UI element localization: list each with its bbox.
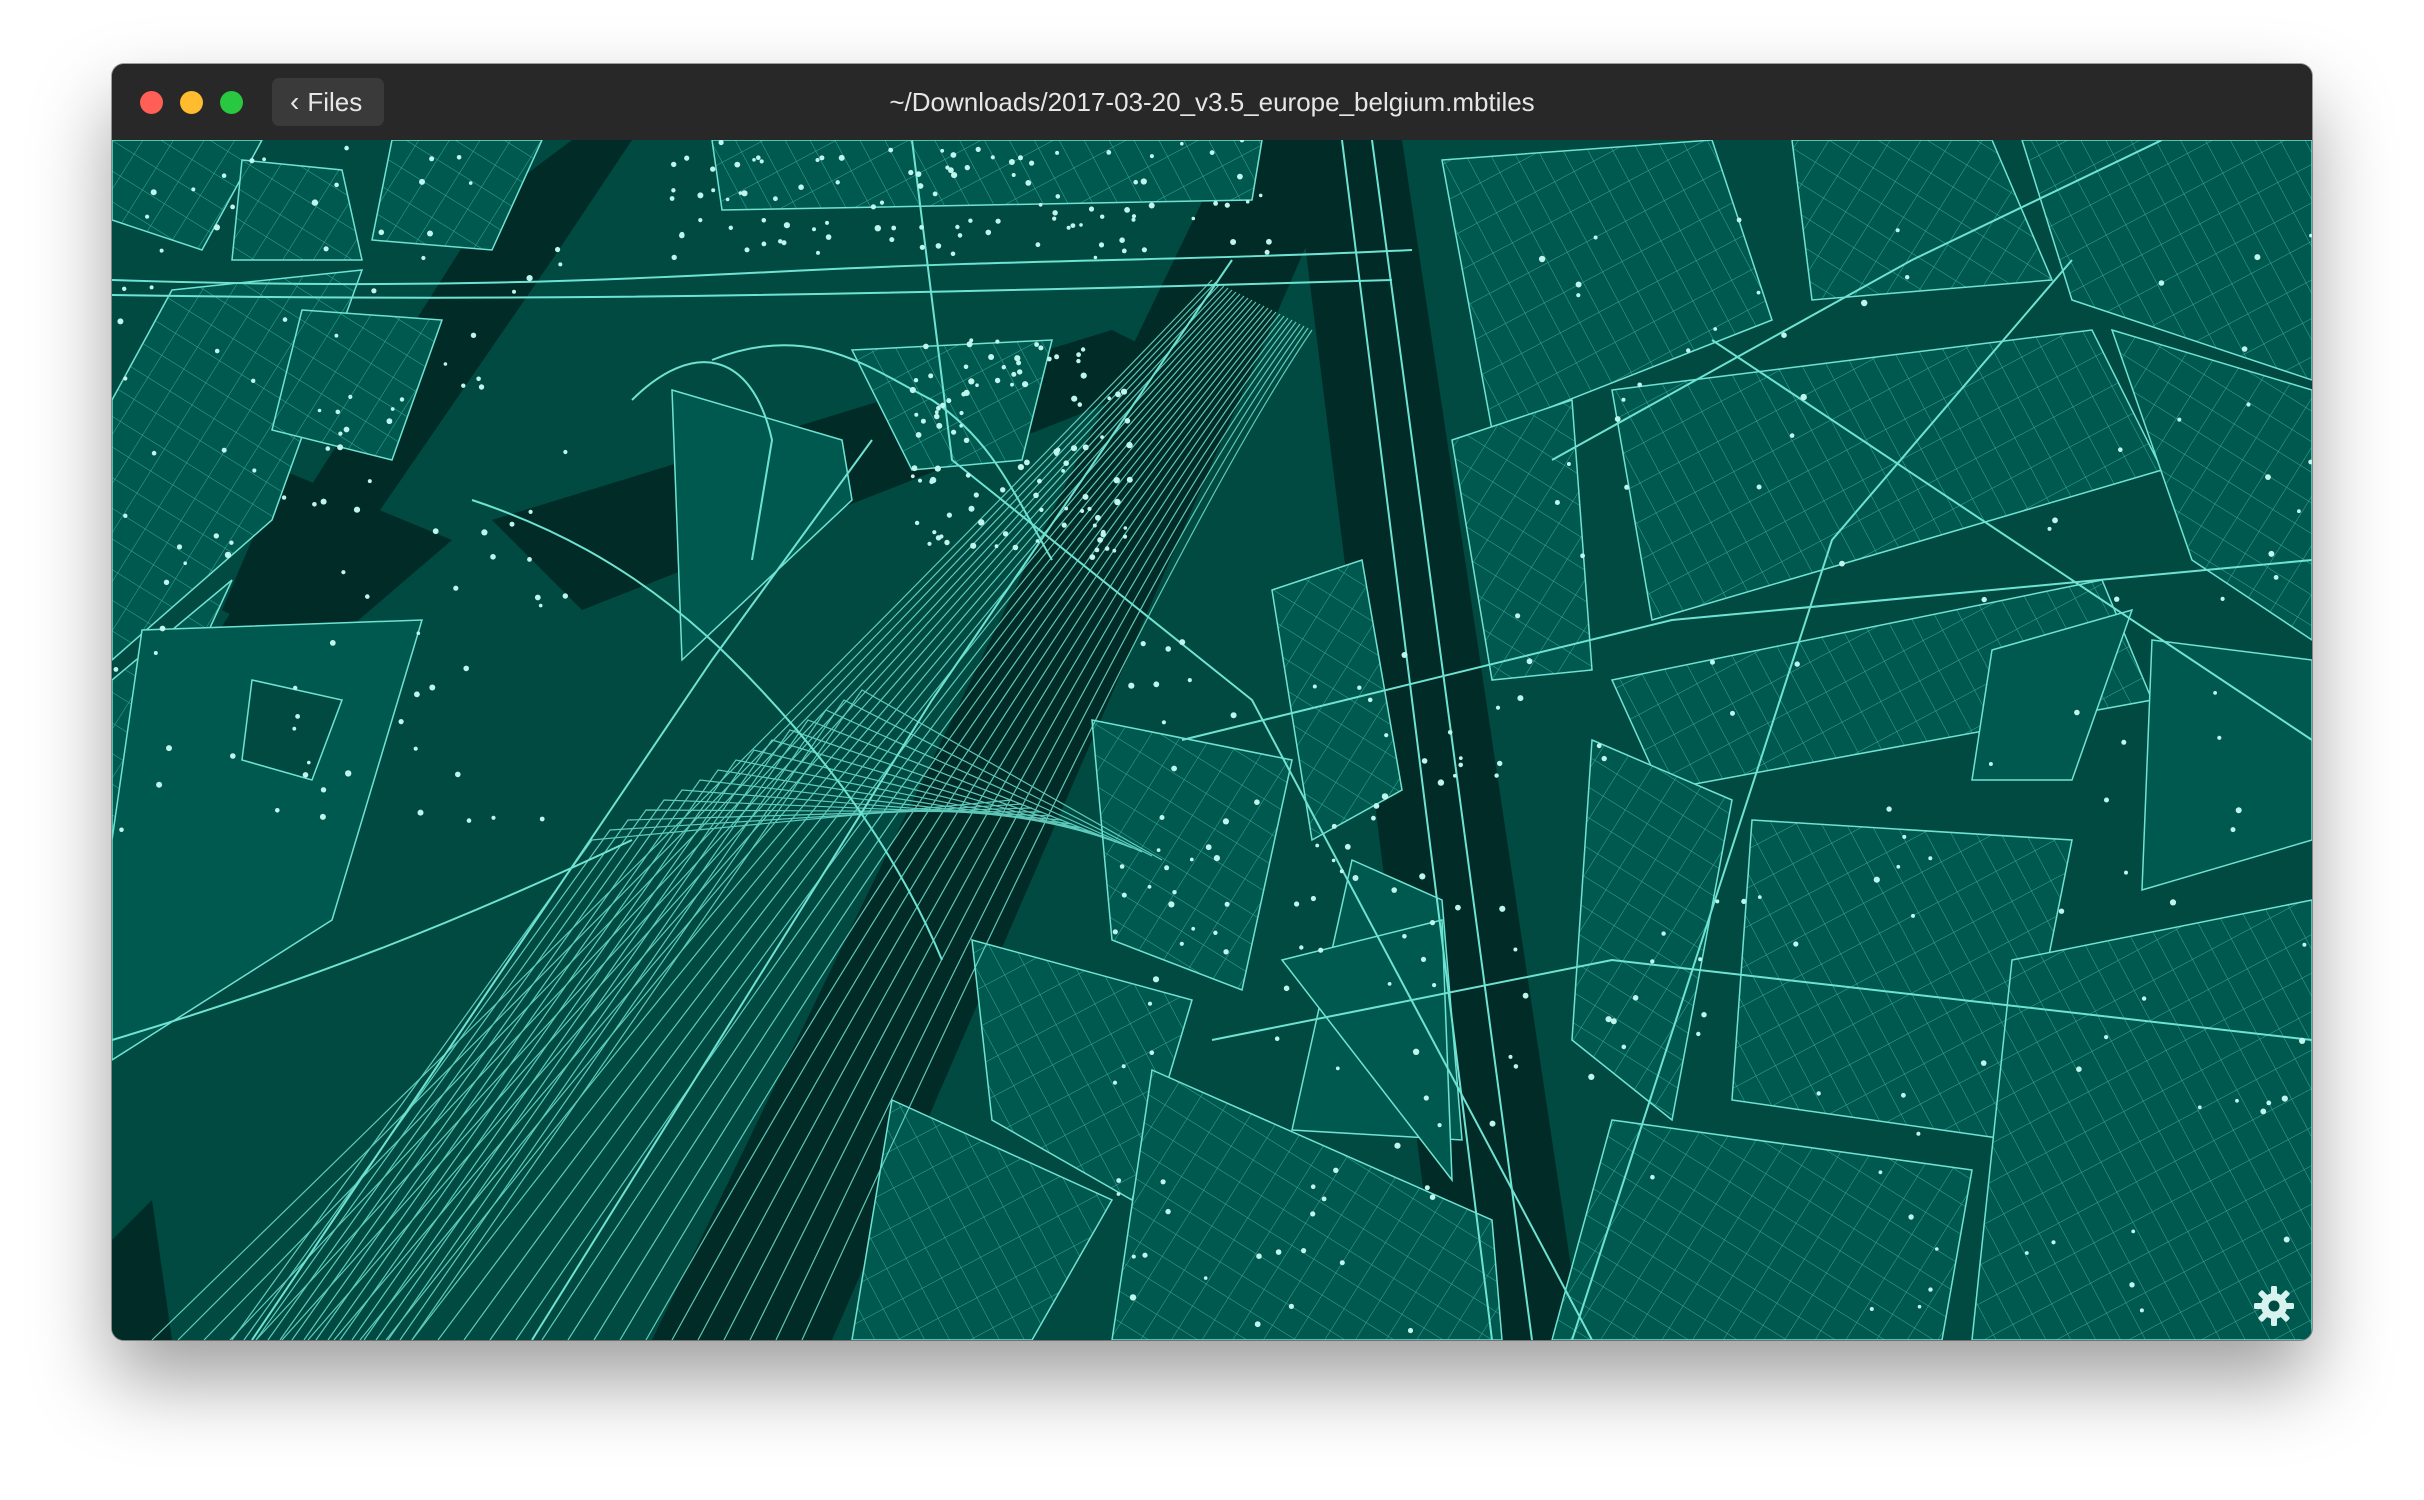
settings-gear-button[interactable] xyxy=(2250,1282,2298,1330)
window-title: ~/Downloads/2017-03-20_v3.5_europe_belgi… xyxy=(889,87,1535,117)
map-canvas[interactable] xyxy=(112,140,2312,1340)
app-window: ‹ Files ~/Downloads/2017-03-20_v3.5_euro… xyxy=(112,64,2312,1340)
title-bar: ‹ Files ~/Downloads/2017-03-20_v3.5_euro… xyxy=(112,64,2312,141)
map-view[interactable] xyxy=(112,140,2312,1340)
gear-icon xyxy=(2254,1286,2294,1326)
